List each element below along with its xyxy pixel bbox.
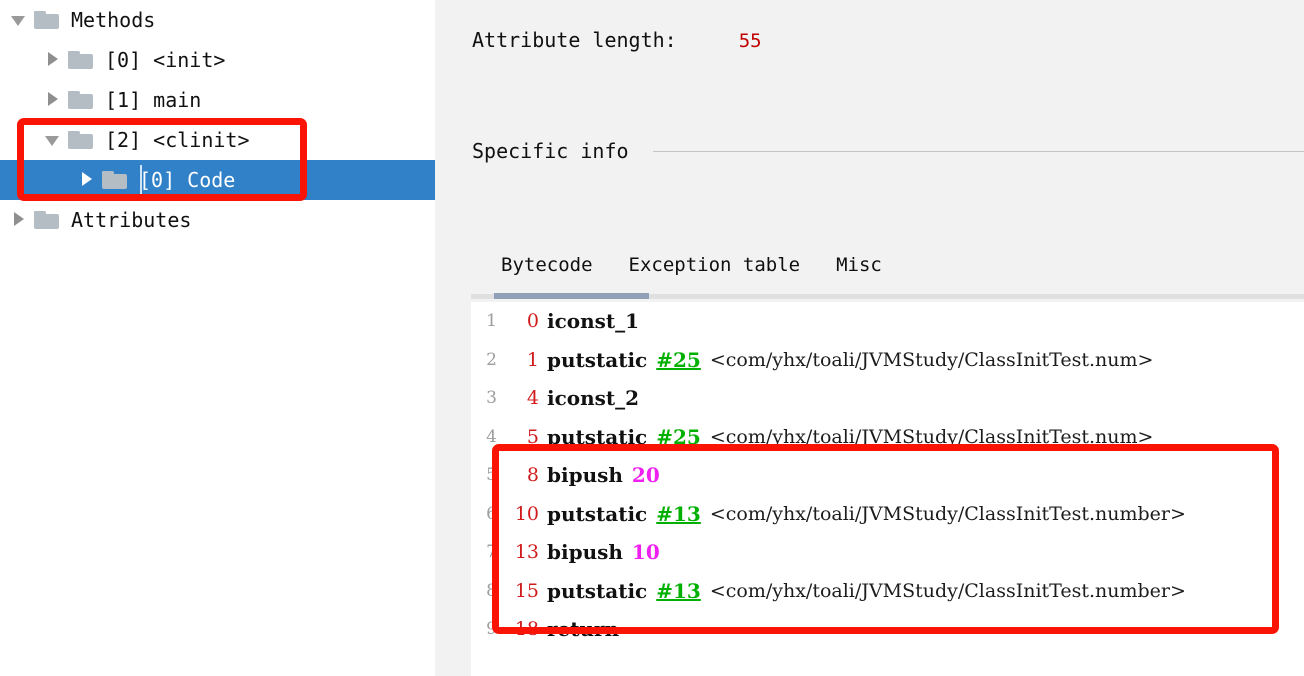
- specific-info-section-header: Specific info: [472, 139, 1304, 163]
- bytecode-descriptor: <com/yhx/toali/JVMStudy/ClassInitTest.nu…: [709, 502, 1186, 525]
- bytecode-offset: 1: [526, 348, 539, 371]
- bytecode-immediate-value: 20: [631, 463, 660, 488]
- bytecode-offset: 15: [514, 579, 539, 602]
- bytecode-opcode: iconst_1: [547, 309, 640, 334]
- bytecode-opcode: putstatic: [547, 424, 648, 449]
- folder-icon: [68, 50, 94, 70]
- tab-exception-table[interactable]: Exception table: [611, 250, 819, 276]
- chevron-right-icon[interactable]: [78, 171, 96, 189]
- selection-caret: [140, 165, 142, 195]
- tree-item-attributes[interactable]: Attributes: [0, 200, 435, 240]
- folder-icon: [34, 210, 60, 230]
- chevron-down-icon[interactable]: [44, 131, 62, 149]
- line-number: 2: [486, 349, 497, 370]
- methods-tree-sidebar[interactable]: Methods [0] <init> [1] main [2] <clinit> [0]…: [0, 0, 435, 676]
- bytecode-opcode: bipush: [547, 463, 623, 488]
- tree-item-label: [2] <clinit>: [105, 128, 250, 152]
- line-number: 3: [486, 388, 497, 409]
- bytecode-descriptor: <com/yhx/toali/JVMStudy/ClassInitTest.nu…: [709, 425, 1154, 448]
- bytecode-line[interactable]: 2 1 putstatic #25 <com/yhx/toali/JVMStudy/Cl…: [471, 341, 1304, 380]
- tab-active-indicator: [494, 293, 649, 299]
- tab-misc[interactable]: Misc: [818, 250, 900, 276]
- bytecode-opcode: putstatic: [547, 347, 648, 372]
- bytecode-opcode: putstatic: [547, 578, 648, 603]
- bytecode-offset: 10: [514, 502, 539, 525]
- bytecode-line[interactable]: 3 4 iconst_2: [471, 379, 1304, 418]
- specific-info-title: Specific info: [472, 139, 629, 163]
- attribute-length-value: 55: [738, 30, 762, 52]
- bytecode-offset: 8: [526, 464, 539, 487]
- chevron-right-icon[interactable]: [44, 51, 62, 69]
- chevron-down-icon[interactable]: [10, 11, 28, 29]
- tree-item-label: Methods: [71, 8, 156, 32]
- bytecode-opcode: return: [547, 617, 620, 642]
- constant-pool-ref-link[interactable]: #25: [656, 348, 710, 372]
- bytecode-offset: 5: [526, 425, 539, 448]
- line-number: 9: [486, 619, 497, 640]
- sidebar-background-fill: [0, 244, 435, 676]
- tree-item-methods[interactable]: Methods: [0, 0, 435, 40]
- bytecode-immediate-value: 10: [631, 540, 660, 565]
- bytecode-line[interactable]: 1 0 iconst_1: [471, 302, 1304, 341]
- tree-item-0-code[interactable]: [0] Code: [0, 160, 435, 200]
- line-number: 5: [486, 465, 497, 486]
- tab-bar[interactable]: Bytecode Exception table Misc: [471, 250, 1304, 299]
- tree-item-2-clinit[interactable]: [2] <clinit>: [0, 120, 435, 160]
- section-rule-divider: [652, 150, 1304, 152]
- folder-icon: [68, 130, 94, 150]
- tab-strip[interactable]: Bytecode Exception table Misc: [471, 250, 1304, 290]
- folder-icon: [68, 90, 94, 110]
- line-number: 6: [486, 503, 497, 524]
- tree-item-label: [0] <init>: [105, 48, 226, 72]
- bytecode-offset: 4: [526, 387, 539, 410]
- bytecode-offset: 0: [526, 310, 539, 333]
- bytecode-line[interactable]: 9 18 return: [471, 610, 1304, 649]
- tree-item-label: Attributes: [71, 208, 192, 232]
- tree-item-label: [0] Code: [139, 168, 236, 192]
- bytecode-offset: 18: [514, 618, 539, 641]
- bytecode-listing[interactable]: 1 0 iconst_1 2 1 putstatic #25 <com/yhx/toali/J…: [471, 302, 1304, 676]
- bytecode-opcode: putstatic: [547, 501, 648, 526]
- bytecode-line[interactable]: 7 13 bipush 10: [471, 533, 1304, 572]
- bytecode-descriptor: <com/yhx/toali/JVMStudy/ClassInitTest.nu…: [709, 579, 1186, 602]
- bytecode-line[interactable]: 8 15 putstatic #13 <com/yhx/toali/JVMStudy/C…: [471, 572, 1304, 611]
- bytecode-line[interactable]: 6 10 putstatic #13 <com/yhx/toali/JVMStudy/C…: [471, 495, 1304, 534]
- attribute-detail-panel: Attribute length: 55 Specific info Bytec…: [435, 0, 1304, 676]
- constant-pool-ref-link[interactable]: #25: [656, 425, 710, 449]
- line-number: 4: [486, 426, 497, 447]
- tree-item-label: [1] main: [105, 88, 202, 112]
- tree-item-1-main[interactable]: [1] main: [0, 80, 435, 120]
- line-number: 8: [486, 580, 497, 601]
- tree-container[interactable]: Methods [0] <init> [1] main [2] <clinit> [0]…: [0, 0, 435, 240]
- bytecode-line[interactable]: 5 8 bipush 20: [471, 456, 1304, 495]
- folder-icon: [102, 170, 128, 190]
- bytecode-opcode: bipush: [547, 540, 623, 565]
- tab-bytecode[interactable]: Bytecode: [483, 250, 611, 276]
- line-number: 1: [486, 311, 497, 332]
- attribute-length-row: Attribute length: 55: [472, 28, 762, 52]
- line-number: 7: [486, 542, 497, 563]
- chevron-right-icon[interactable]: [44, 91, 62, 109]
- attribute-length-label: Attribute length:: [472, 28, 677, 52]
- bytecode-offset: 13: [514, 541, 539, 564]
- bytecode-line[interactable]: 4 5 putstatic #25 <com/yhx/toali/JVMStudy/Cl…: [471, 418, 1304, 457]
- bytecode-opcode: iconst_2: [547, 386, 640, 411]
- chevron-right-icon[interactable]: [10, 211, 28, 229]
- tree-item-0-init[interactable]: [0] <init>: [0, 40, 435, 80]
- constant-pool-ref-link[interactable]: #13: [656, 502, 710, 526]
- constant-pool-ref-link[interactable]: #13: [656, 579, 710, 603]
- folder-icon: [34, 10, 60, 30]
- bytecode-descriptor: <com/yhx/toali/JVMStudy/ClassInitTest.nu…: [709, 348, 1154, 371]
